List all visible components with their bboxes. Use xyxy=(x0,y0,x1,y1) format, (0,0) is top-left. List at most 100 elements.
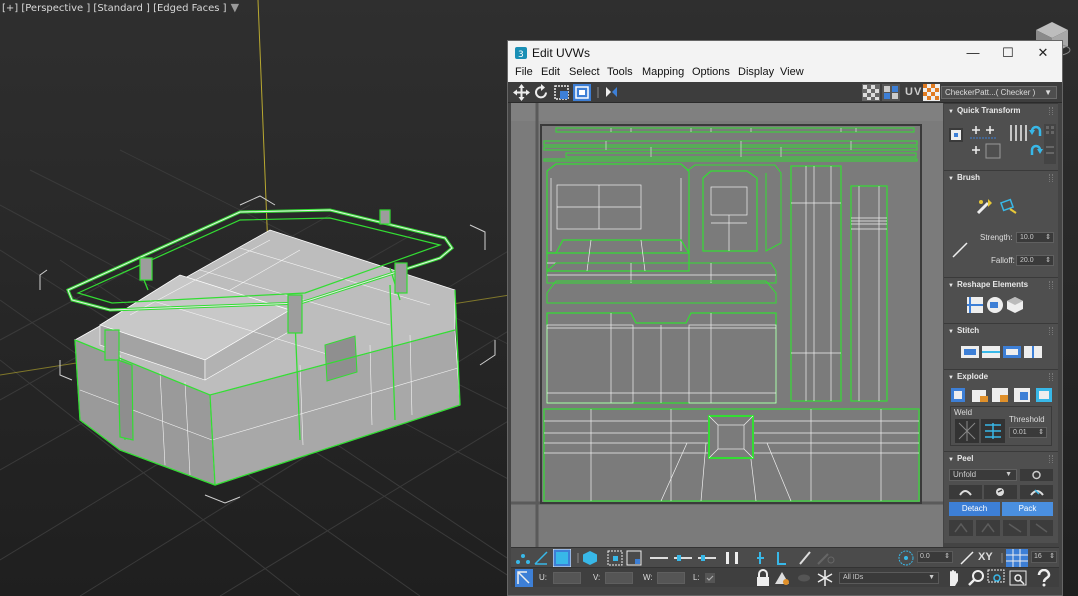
align-grid-icon[interactable] xyxy=(968,122,1008,162)
uv-command-panel: ▼ Quick Transform ▼ Brush Strength: 10.0 ⇕ … xyxy=(944,103,1058,543)
pack-button[interactable]: Pack xyxy=(1002,502,1053,516)
stitch-source-icon xyxy=(961,346,979,358)
weld-selected-icon[interactable] xyxy=(955,419,979,443)
falloff-label: Falloff: xyxy=(991,256,1015,265)
uv-mode-label[interactable]: UV xyxy=(905,86,922,98)
loop-ring-icons[interactable] xyxy=(649,550,719,566)
stitch-target-icon xyxy=(982,346,1000,358)
lock-checkbox-icon[interactable] xyxy=(705,573,715,583)
edge-mode-icon[interactable] xyxy=(533,550,549,566)
explode-buttons[interactable] xyxy=(950,386,1054,404)
max-app-icon: 3 xyxy=(515,47,527,59)
rotate-icon[interactable] xyxy=(533,84,550,101)
pan-hand-icon[interactable] xyxy=(945,569,963,587)
xy-space-label[interactable]: XY xyxy=(978,551,993,563)
u-coordinate-field[interactable] xyxy=(553,572,581,584)
stitch-buttons[interactable] xyxy=(960,344,1044,360)
pinch-brush-icon[interactable] xyxy=(1000,197,1018,215)
hide-icon[interactable] xyxy=(774,570,790,586)
relax-brush-icon[interactable] xyxy=(976,197,994,215)
minimize-button[interactable]: — xyxy=(958,43,988,63)
texture-checker-icon[interactable] xyxy=(923,84,940,101)
funnel-icon[interactable]: ▼ xyxy=(231,1,239,14)
falloff-distance-spinner[interactable]: 0.0 ⇕ xyxy=(917,551,953,563)
menu-mapping[interactable]: Mapping xyxy=(642,66,684,78)
lock-icon[interactable] xyxy=(755,569,771,587)
material-id-dropdown[interactable]: All IDs ▼ xyxy=(839,572,939,584)
uv-layout[interactable] xyxy=(511,103,943,547)
unfold-dropdown[interactable]: Unfold ▼ xyxy=(949,469,1017,481)
threshold-spinner[interactable]: 0.01 ⇕ xyxy=(1009,427,1047,438)
rollout-header-brush[interactable]: ▼ Brush xyxy=(944,171,1058,185)
w-coordinate-field[interactable] xyxy=(657,572,685,584)
absolute-mode-icon[interactable] xyxy=(515,569,533,587)
weld-threshold-icon[interactable] xyxy=(981,419,1005,443)
rollout-header-explode[interactable]: ▼ Explode xyxy=(944,370,1058,384)
zoom-extents-icon[interactable] xyxy=(1008,569,1030,587)
align-center-icon[interactable] xyxy=(949,128,963,142)
menu-display[interactable]: Display xyxy=(738,66,774,78)
grid-snap-icon[interactable] xyxy=(1006,549,1028,567)
spacing-icon[interactable] xyxy=(1044,124,1056,164)
maximize-button[interactable]: ☐ xyxy=(993,43,1023,63)
texture-dropdown[interactable]: CheckerPatt...( Checker ) ▼ xyxy=(941,86,1057,99)
falloff-type-icon[interactable] xyxy=(959,550,975,566)
uv-toolbar: UV CheckerPatt...( Checker ) ▼ xyxy=(508,82,1062,103)
zoom-region-icon[interactable] xyxy=(987,569,1005,587)
rollout-header-peel[interactable]: ▼ Peel xyxy=(944,452,1058,466)
menu-select[interactable]: Select xyxy=(569,66,600,78)
freeze-disabled-icon[interactable] xyxy=(796,570,812,586)
rollout-quick-transform: ▼ Quick Transform xyxy=(944,103,1058,170)
explode-by-material-icon xyxy=(972,390,988,402)
freeform-icon[interactable] xyxy=(573,84,591,101)
straighten-icon[interactable] xyxy=(966,296,984,314)
window-titlebar[interactable]: 3 Edit UVWs — ☐ ✕ xyxy=(508,41,1062,65)
relax-icon[interactable] xyxy=(986,296,1004,314)
ring-select-icons[interactable] xyxy=(723,550,753,566)
polygon-mode-icon[interactable] xyxy=(553,549,571,567)
explode-to-elements-icon xyxy=(1014,388,1030,402)
close-button[interactable]: ✕ xyxy=(1028,43,1058,63)
stitch-relax-icon[interactable] xyxy=(1006,296,1024,314)
paint-select-icons[interactable] xyxy=(756,550,836,566)
rollout-header-quick-transform[interactable]: ▼ Quick Transform xyxy=(944,104,1058,118)
uv-editor-canvas[interactable] xyxy=(511,103,943,547)
strength-spinner[interactable]: 10.0 ⇕ xyxy=(1016,232,1054,243)
brush-stroke-icon[interactable] xyxy=(951,241,969,259)
edit-uvws-window[interactable]: 3 Edit UVWs — ☐ ✕ File Edit Select Tools… xyxy=(507,40,1063,596)
rollout-header-reshape[interactable]: ▼ Reshape Elements xyxy=(944,278,1058,292)
viewport-label-text[interactable]: [+] [Perspective ] [Standard ] [Edged Fa… xyxy=(2,3,227,14)
falloff-spinner[interactable]: 20.0 ⇕ xyxy=(1016,255,1054,266)
grid-size-spinner[interactable]: 16 ⇕ xyxy=(1031,551,1057,563)
checker-toggle-icon[interactable] xyxy=(862,84,880,101)
grow-selection-icon[interactable] xyxy=(626,550,642,566)
soft-selection-icon[interactable] xyxy=(897,549,915,567)
show-map-icon[interactable] xyxy=(882,84,900,101)
rotate-ccw-icon[interactable] xyxy=(1029,125,1043,139)
move-icon[interactable] xyxy=(513,84,530,101)
detach-button[interactable]: Detach xyxy=(949,502,1000,516)
viewport-label[interactable]: [+] [Perspective ] [Standard ] [Edged Fa… xyxy=(2,1,239,14)
freeze-icon[interactable] xyxy=(816,569,834,587)
reshape-title: Reshape Elements xyxy=(956,280,1029,289)
select-by-element-icon[interactable] xyxy=(607,550,623,566)
scale-icon[interactable] xyxy=(553,84,570,101)
v-coordinate-field[interactable] xyxy=(605,572,633,584)
unfold-settings-button[interactable] xyxy=(1020,469,1053,481)
menu-tools[interactable]: Tools xyxy=(607,66,633,78)
peel-tools-disabled[interactable] xyxy=(949,520,1053,536)
zoom-icon[interactable] xyxy=(967,569,985,587)
rotate-cw-icon[interactable] xyxy=(1029,144,1043,158)
peel-mode-buttons[interactable] xyxy=(949,485,1053,499)
help-icon[interactable] xyxy=(1035,569,1053,587)
element-mode-icon[interactable] xyxy=(582,550,598,566)
vertex-mode-icon[interactable] xyxy=(515,550,531,566)
material-id-value: All IDs xyxy=(843,574,864,581)
align-vertical-icon[interactable] xyxy=(1008,124,1028,142)
rollout-header-stitch[interactable]: ▼ Stitch xyxy=(944,324,1058,338)
menu-options[interactable]: Options xyxy=(692,66,730,78)
menu-file[interactable]: File xyxy=(515,66,533,78)
mirror-icon[interactable] xyxy=(603,84,620,101)
menu-edit[interactable]: Edit xyxy=(541,66,560,78)
menu-view[interactable]: View xyxy=(780,66,804,78)
